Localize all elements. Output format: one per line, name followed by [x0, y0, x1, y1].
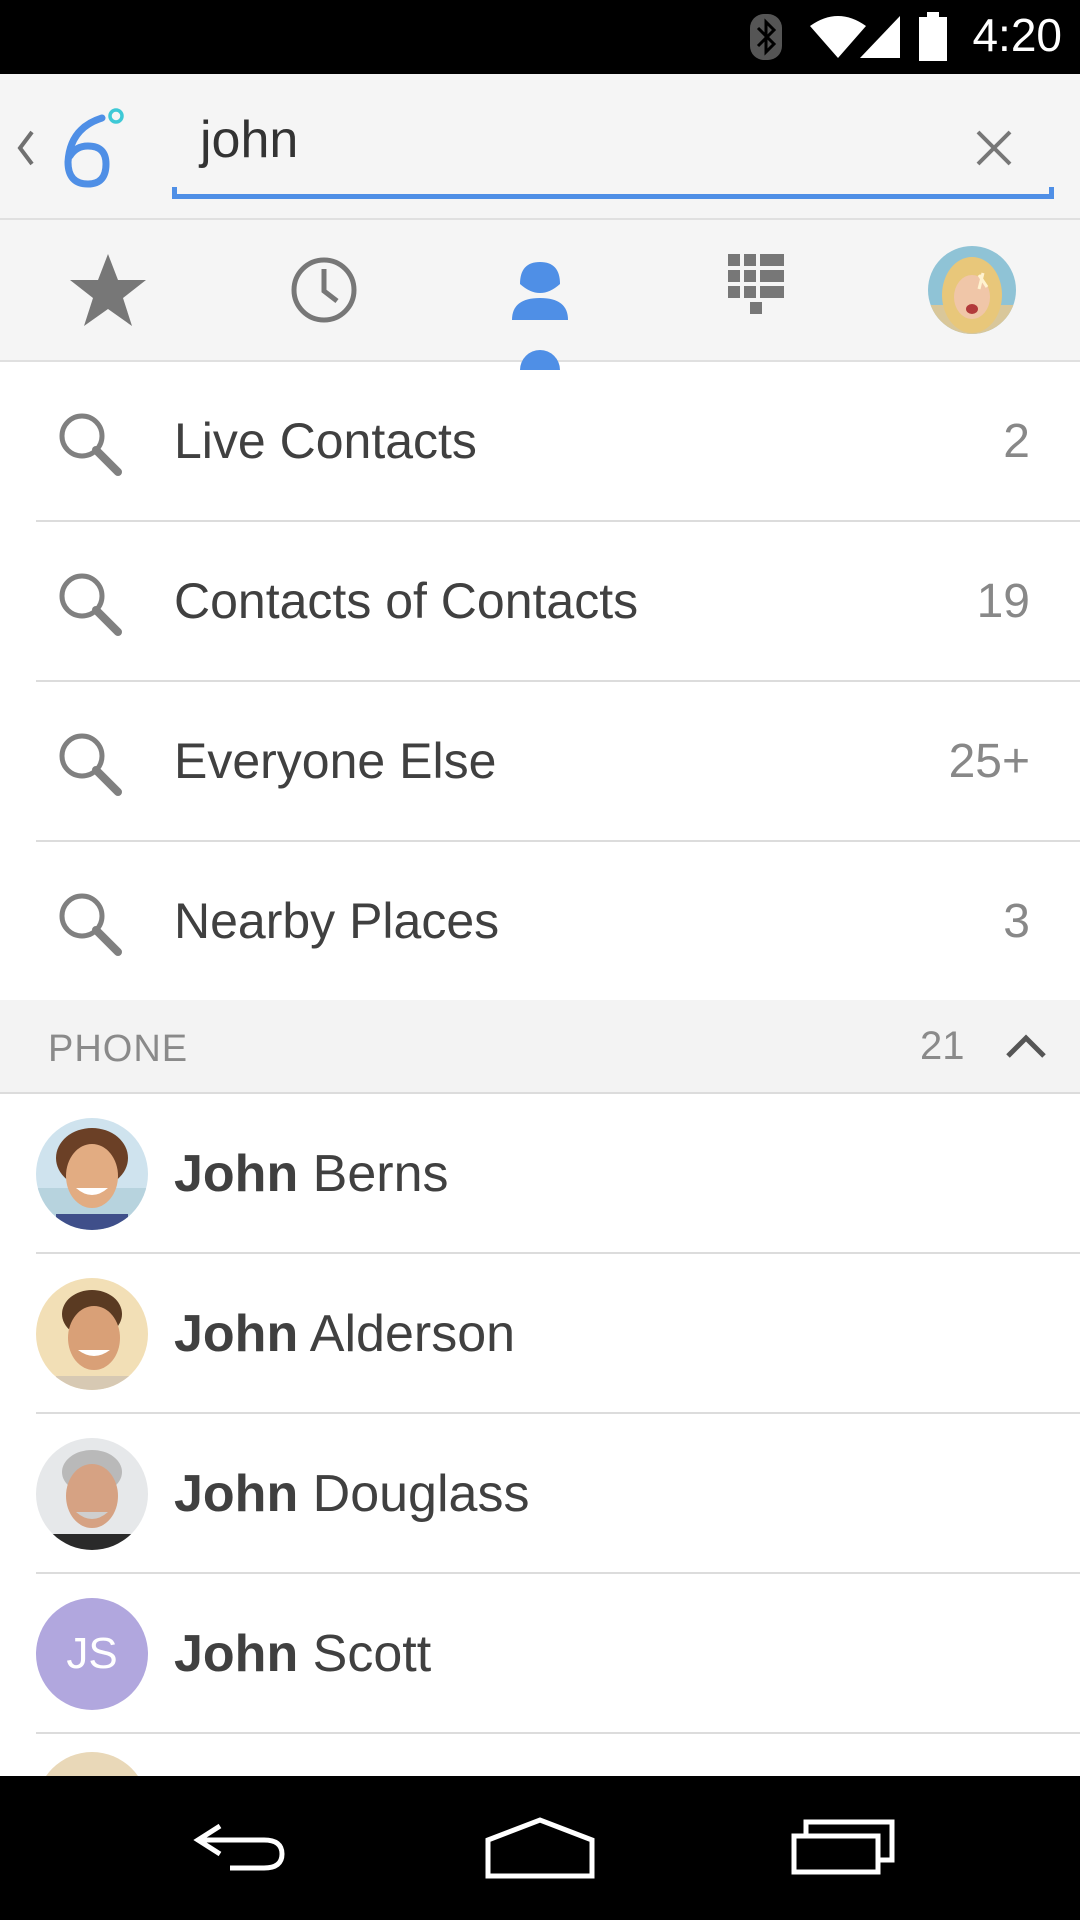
bluetooth-icon [750, 14, 782, 60]
contact-last-name: Douglass [298, 1465, 530, 1523]
search-category-nearby-places[interactable]: Nearby Places 3 [0, 842, 1080, 1002]
tab-profile[interactable] [902, 220, 1042, 360]
tab-contacts[interactable] [470, 220, 610, 360]
category-label: Everyone Else [174, 733, 497, 789]
contact-first-name: John [174, 1305, 299, 1363]
contact-name: John Alderson [174, 1304, 515, 1364]
category-label: Live Contacts [174, 413, 477, 469]
avatar [36, 1752, 148, 1776]
avatar [36, 1118, 148, 1230]
contact-row[interactable]: John Douglass [0, 1414, 1080, 1574]
contact-last-name: Berns [298, 1145, 449, 1203]
status-bar: 4:20 [0, 0, 1080, 74]
contact-first-name: John [174, 1625, 299, 1683]
search-icon [59, 413, 122, 476]
dialpad-icon [728, 254, 784, 314]
avatar [36, 1278, 148, 1390]
search-category-list: Live Contacts 2 Contacts of Contacts 19 … [0, 362, 1080, 1002]
chevron-up-icon[interactable] [1004, 1030, 1048, 1062]
contact-name: John Berns [174, 1144, 449, 1204]
contact-list: John Berns John Alderson John Douglass J… [0, 1094, 1080, 1734]
person-icon [512, 262, 568, 320]
section-title: PHONE [48, 1028, 189, 1070]
search-icon [59, 733, 122, 796]
tab-recents[interactable] [254, 220, 394, 360]
search-icon [59, 893, 122, 956]
category-count: 19 [976, 575, 1030, 628]
contact-first-name: John [174, 1145, 299, 1203]
contact-last-name: Alderson [298, 1305, 516, 1363]
search-icon [59, 573, 122, 636]
search-field[interactable]: john [172, 104, 1054, 199]
search-underline [172, 187, 1054, 199]
back-icon[interactable] [190, 1816, 290, 1876]
category-count: 25+ [948, 735, 1030, 788]
profile-avatar [928, 246, 1016, 334]
battery-icon [919, 12, 947, 61]
tab-dialpad[interactable] [686, 220, 826, 360]
initials-avatar: JS [36, 1598, 148, 1710]
contact-name: John Douglass [174, 1464, 529, 1524]
category-label: Nearby Places [174, 893, 500, 949]
contact-last-name: Scott [298, 1625, 432, 1683]
signal-icon [860, 16, 900, 58]
search-category-live-contacts[interactable]: Live Contacts 2 [0, 362, 1080, 522]
category-label: Contacts of Contacts [174, 573, 639, 629]
divider [36, 1732, 1080, 1734]
sixdegrees-logo-icon[interactable] [58, 104, 130, 192]
search-category-everyone-else[interactable]: Everyone Else 25+ [0, 682, 1080, 842]
contact-name: John Scott [174, 1624, 431, 1684]
category-count: 2 [1003, 415, 1030, 468]
clock-icon [291, 257, 357, 323]
tab-bar [0, 218, 1080, 370]
star-icon [70, 254, 146, 326]
contact-first-name: John [174, 1465, 299, 1523]
search-category-contacts-of-contacts[interactable]: Contacts of Contacts 19 [0, 522, 1080, 682]
category-count: 3 [1003, 895, 1030, 948]
search-header: john [0, 74, 1080, 218]
home-icon[interactable] [484, 1816, 596, 1880]
contact-row[interactable]: JS John Scott [0, 1574, 1080, 1734]
close-icon[interactable] [968, 122, 1020, 174]
recent-apps-icon[interactable] [790, 1816, 896, 1876]
phone-section-header[interactable]: PHONE 21 [0, 1000, 1080, 1094]
contact-row[interactable]: John Berns [0, 1094, 1080, 1254]
navigation-bar [0, 1776, 1080, 1920]
status-time: 4:20 [972, 9, 1062, 61]
search-input[interactable]: john [200, 104, 298, 176]
chevron-left-icon[interactable] [10, 118, 40, 178]
avatar [36, 1438, 148, 1550]
tab-favorites[interactable] [38, 220, 178, 360]
contact-row[interactable]: John Alderson [0, 1254, 1080, 1414]
section-count: 21 [920, 1024, 965, 1068]
